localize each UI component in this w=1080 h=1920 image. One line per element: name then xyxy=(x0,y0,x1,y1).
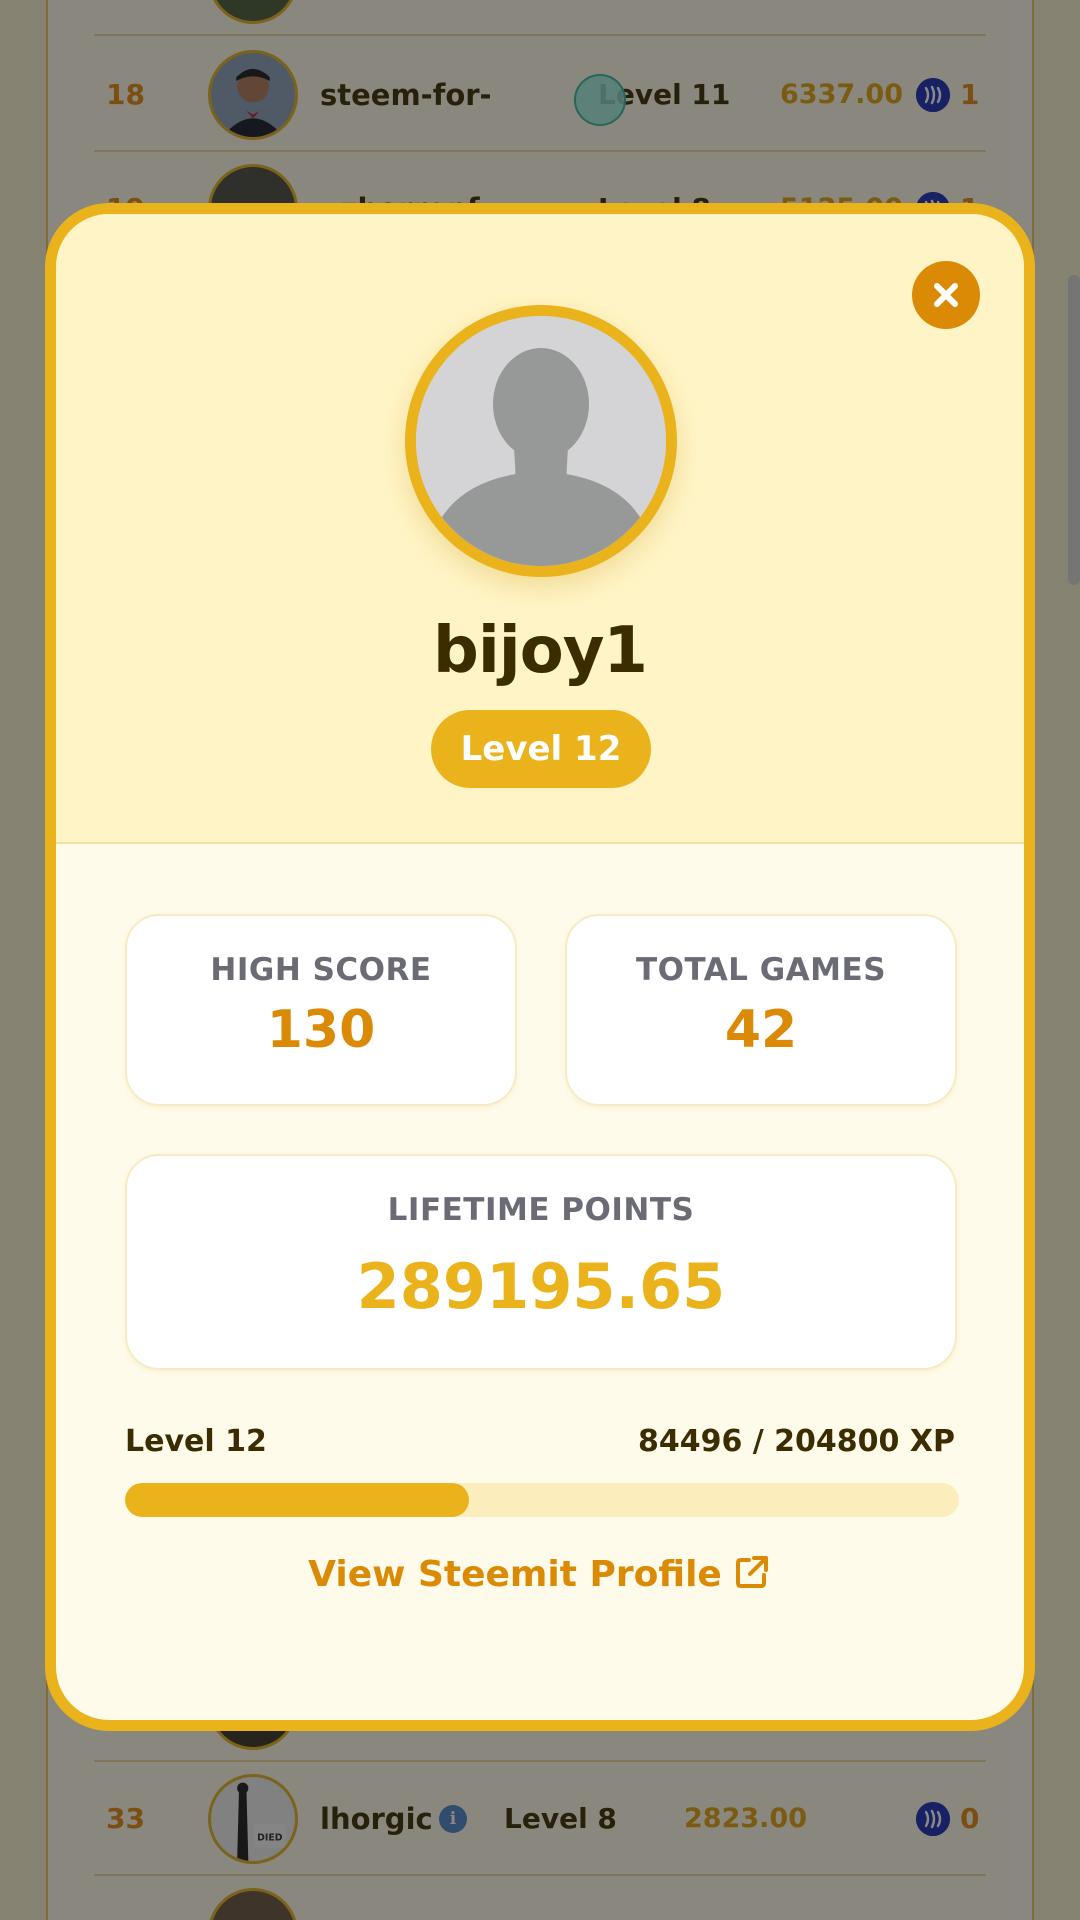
level-badge: Level 12 xyxy=(431,710,651,788)
total-games-card: TOTAL GAMES 42 xyxy=(565,914,957,1106)
player-profile-modal: bijoy1 Level 12 HIGH SCORE 130 TOTAL GAM… xyxy=(45,203,1035,1731)
lifetime-points-value: 289195.65 xyxy=(356,1250,726,1323)
high-score-value: 130 xyxy=(266,1000,376,1060)
total-games-value: 42 xyxy=(724,1000,798,1060)
xp-progress-fill xyxy=(125,1483,470,1517)
username: bijoy1 xyxy=(433,614,648,688)
default-avatar-icon xyxy=(416,316,666,566)
profile-header: bijoy1 Level 12 xyxy=(56,214,1024,844)
xp-progress-text: 84496 / 204800 XP xyxy=(637,1424,955,1459)
view-steemit-profile-link[interactable]: View Steemit Profile xyxy=(56,1552,1024,1595)
xp-progress-bar xyxy=(125,1483,959,1517)
high-score-label: HIGH SCORE xyxy=(210,952,432,988)
external-link-icon xyxy=(732,1552,772,1592)
high-score-card: HIGH SCORE 130 xyxy=(125,914,517,1106)
lifetime-points-card: LIFETIME POINTS 289195.65 xyxy=(125,1154,957,1370)
close-button[interactable] xyxy=(912,261,980,329)
link-label: View Steemit Profile xyxy=(308,1554,722,1595)
xp-level-label: Level 12 xyxy=(125,1424,267,1459)
total-games-label: TOTAL GAMES xyxy=(635,952,887,988)
close-icon xyxy=(934,283,958,307)
lifetime-points-label: LIFETIME POINTS xyxy=(387,1192,695,1228)
avatar xyxy=(405,305,677,577)
